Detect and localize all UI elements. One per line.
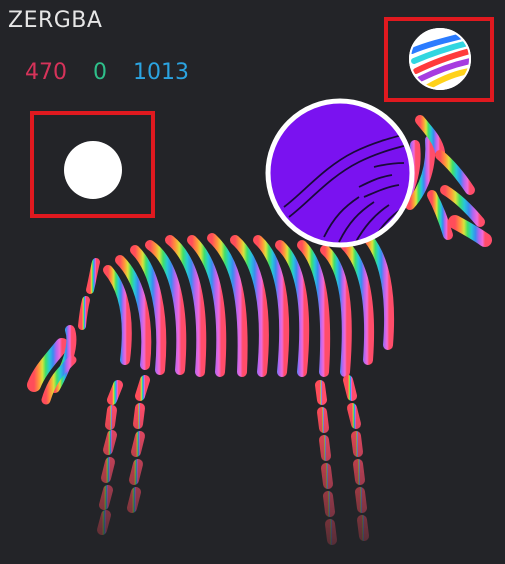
rainbow-ball-svg — [409, 28, 471, 90]
rainbow-ball-icon[interactable] — [408, 27, 472, 91]
color-picker-loupe[interactable] — [264, 97, 416, 249]
loupe-svg — [265, 98, 415, 248]
selected-color-dot[interactable] — [64, 141, 122, 199]
